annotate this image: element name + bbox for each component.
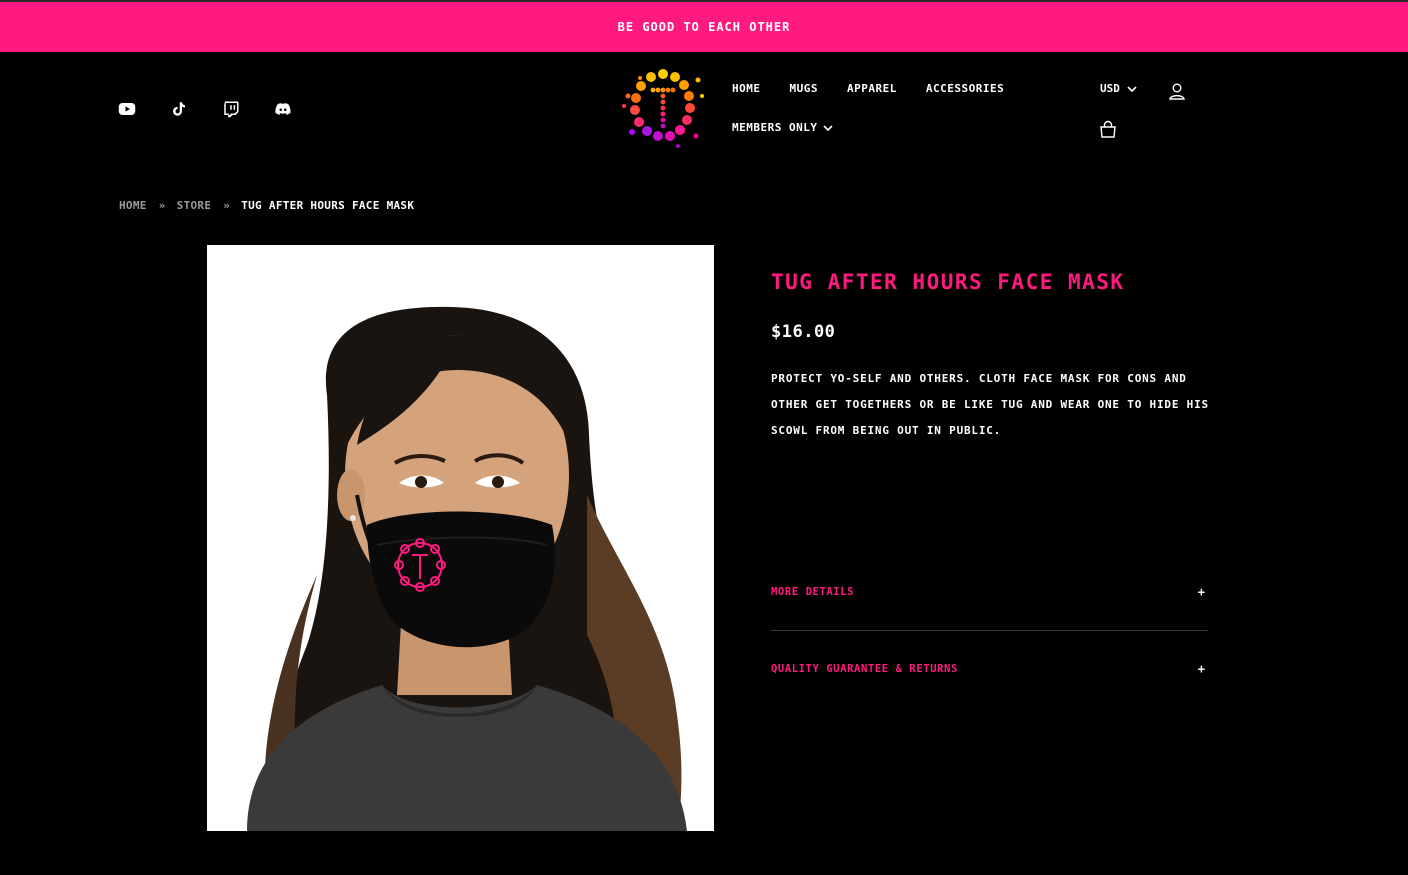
breadcrumb-separator: » [223,199,231,212]
chevron-down-icon [823,125,834,132]
nav-accessories[interactable]: Accessories [926,82,1004,96]
twitch-icon[interactable] [222,100,240,118]
chevron-down-icon [1127,85,1137,92]
product-price: $16.00 [771,322,836,342]
product-info: TUG After Hours Face Mask $16.00 Protect… [771,268,1208,444]
nav-home[interactable]: Home [732,82,761,96]
accordion-quality-guarantee[interactable]: Quality Guarantee & Returns + [771,662,1208,676]
breadcrumb: Home » Store » TUG After Hours Face Mask [119,199,414,212]
discord-icon[interactable] [274,100,292,118]
plus-icon: + [1197,585,1205,599]
nav-apparel[interactable]: Apparel [847,82,897,96]
main-nav: Home Mugs Apparel Accessories Members on… [732,82,1004,135]
bag-icon[interactable] [1099,120,1117,138]
plus-icon: + [1197,662,1205,676]
accordion-label: Quality Guarantee & Returns [771,663,958,675]
product-image[interactable] [207,245,714,831]
nav-members-only[interactable]: Members only [732,121,834,135]
social-links [118,100,292,118]
tiktok-icon[interactable] [170,100,188,118]
accordion-more-details[interactable]: More details + [771,585,1208,599]
brand-logo[interactable] [618,66,708,150]
product-title: TUG After Hours Face Mask [771,270,1125,294]
nav-members-label: Members only [732,121,818,134]
accordion-label: More details [771,586,855,598]
currency-label: USD [1100,82,1120,95]
announcement-text: Be good to each other [617,20,791,34]
breadcrumb-home[interactable]: Home [119,199,147,212]
product-description: Protect yo-self and others. Cloth face m… [771,372,1209,437]
youtube-icon[interactable] [118,100,136,118]
breadcrumb-current: TUG After Hours Face Mask [241,199,415,212]
breadcrumb-store[interactable]: Store [177,199,212,212]
breadcrumb-separator: » [158,199,166,212]
user-icon[interactable] [1168,82,1186,100]
currency-selector[interactable]: USD [1100,82,1137,95]
announcement-bar: Be good to each other [0,0,1408,52]
nav-mugs[interactable]: Mugs [790,82,819,96]
divider [771,630,1208,631]
